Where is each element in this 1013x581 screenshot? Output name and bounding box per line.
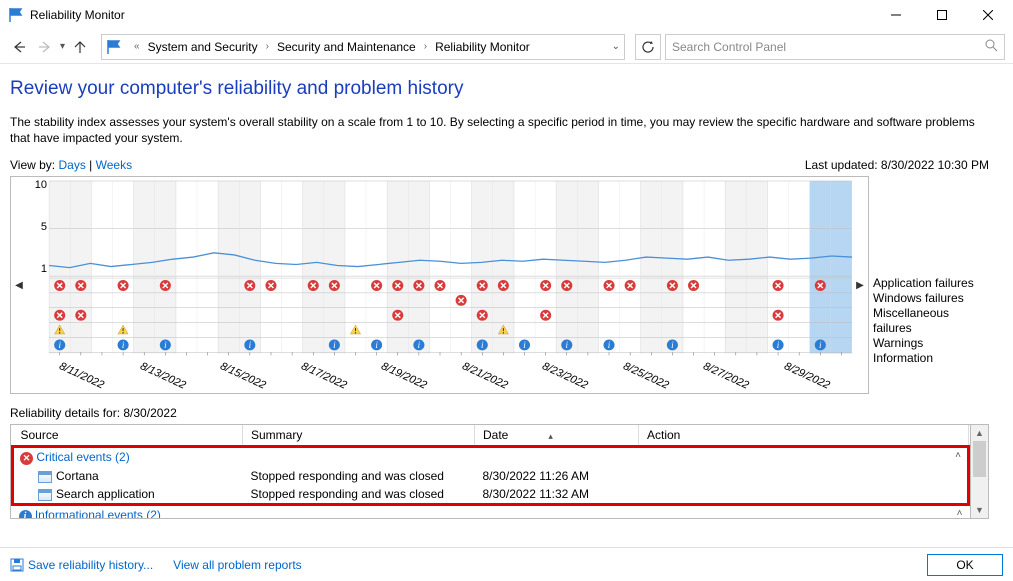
ok-button[interactable]: OK bbox=[927, 554, 1003, 576]
info-icon: i bbox=[19, 510, 32, 518]
scroll-thumb[interactable] bbox=[973, 441, 986, 477]
app-icon bbox=[38, 489, 52, 501]
scrollbar[interactable]: ▲ ▼ bbox=[970, 425, 988, 518]
save-icon bbox=[10, 558, 24, 572]
breadcrumb-item[interactable]: Security and Maintenance bbox=[275, 40, 418, 54]
forward-button[interactable] bbox=[34, 36, 56, 58]
scroll-up-icon[interactable]: ▲ bbox=[971, 425, 988, 441]
x-axis-dates: 8/11/20228/13/20228/15/20228/17/20228/19… bbox=[47, 355, 852, 393]
view-by: View by: Days | Weeks bbox=[10, 158, 132, 172]
flag-icon bbox=[8, 7, 24, 23]
page-heading: Review your computer's reliability and p… bbox=[10, 78, 989, 100]
col-source[interactable]: Source bbox=[13, 425, 243, 447]
titlebar: Reliability Monitor bbox=[0, 0, 1013, 30]
reliability-chart[interactable]: ◀ iiiiiiiiiiiiii 10 5 1 8/11/20228/13/20… bbox=[10, 176, 869, 394]
window-title: Reliability Monitor bbox=[30, 8, 873, 22]
y-axis: 10 5 1 bbox=[29, 179, 47, 275]
up-button[interactable] bbox=[69, 36, 91, 58]
view-days-link[interactable]: Days bbox=[58, 158, 85, 172]
minimize-button[interactable] bbox=[873, 0, 919, 30]
close-button[interactable] bbox=[965, 0, 1011, 30]
address-dropdown[interactable]: ⌄ bbox=[612, 41, 620, 52]
breadcrumb-item[interactable]: Reliability Monitor bbox=[433, 40, 532, 54]
back-button[interactable] bbox=[8, 36, 30, 58]
address-bar[interactable]: « System and Security › Security and Mai… bbox=[101, 34, 625, 60]
main-content: Review your computer's reliability and p… bbox=[0, 64, 1013, 547]
scroll-down-icon[interactable]: ▼ bbox=[971, 502, 988, 518]
search-box[interactable] bbox=[665, 34, 1005, 60]
chevron-right-icon: › bbox=[264, 41, 271, 52]
search-input[interactable] bbox=[672, 40, 984, 54]
table-row[interactable]: Search applicationStopped responding and… bbox=[13, 485, 969, 505]
critical-icon: ✕ bbox=[20, 452, 33, 465]
search-icon bbox=[984, 38, 998, 55]
maximize-button[interactable] bbox=[919, 0, 965, 30]
app-icon bbox=[38, 471, 52, 483]
last-updated: Last updated: 8/30/2022 10:30 PM bbox=[805, 158, 989, 172]
view-weeks-link[interactable]: Weeks bbox=[96, 158, 132, 172]
table-header-row: Source Summary Date▴ Action bbox=[13, 425, 969, 447]
navbar: ▾ « System and Security › Security and M… bbox=[0, 30, 1013, 64]
group-row-info[interactable]: i Informational events (2)˄ bbox=[13, 505, 969, 519]
chevron-up-icon: ˄ bbox=[955, 450, 961, 461]
col-action[interactable]: Action bbox=[639, 425, 969, 447]
col-date[interactable]: Date▴ bbox=[475, 425, 639, 447]
save-history-link[interactable]: Save reliability history... bbox=[10, 558, 153, 572]
chart-scroll-right[interactable]: ▶ bbox=[852, 177, 868, 393]
chevron-right-icon: › bbox=[422, 41, 429, 52]
page-description: The stability index assesses your system… bbox=[10, 114, 989, 146]
chart-legend: Application failures Windows failures Mi… bbox=[869, 176, 989, 404]
col-summary[interactable]: Summary bbox=[243, 425, 475, 447]
chart-scroll-left[interactable]: ◀ bbox=[11, 177, 27, 393]
refresh-button[interactable] bbox=[635, 34, 661, 60]
breadcrumb-item[interactable]: System and Security bbox=[146, 40, 260, 54]
breadcrumb-overflow[interactable]: « bbox=[132, 41, 142, 52]
footer: Save reliability history... View all pro… bbox=[0, 547, 1013, 581]
table-row[interactable]: CortanaStopped responding and was closed… bbox=[13, 467, 969, 485]
details-table: Source Summary Date▴ Action ✕ Critical e… bbox=[10, 424, 989, 519]
sort-indicator-icon: ▴ bbox=[548, 431, 553, 442]
view-reports-link[interactable]: View all problem reports bbox=[173, 558, 302, 572]
flag-icon bbox=[106, 39, 122, 55]
chevron-up-icon: ˄ bbox=[957, 508, 963, 518]
group-row-critical[interactable]: ✕ Critical events (2)˄ bbox=[13, 447, 969, 468]
recent-dropdown[interactable]: ▾ bbox=[60, 41, 65, 52]
